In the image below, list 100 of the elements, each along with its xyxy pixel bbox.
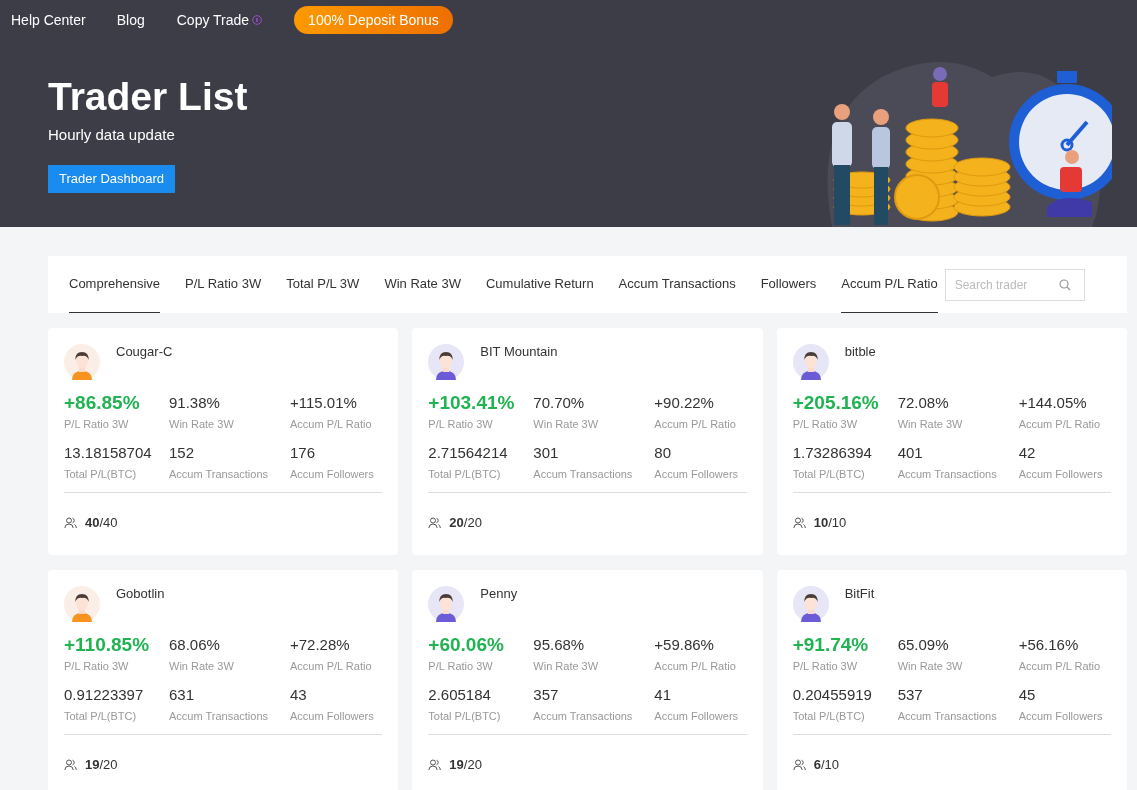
trader-card[interactable]: bitble +205.16% P/L Ratio 3W 72.08% Win Rate 3W +144.05% Accum P/L Ratio 1.73286394 Total P/L(BTC) 401 Accum Transactions 42 Accum Followers 10/10 <box>776 328 1127 555</box>
stat-label: Accum Transactions <box>533 708 634 724</box>
stat-value: 0.91223397 <box>64 684 145 705</box>
stat-label: Accum P/L Ratio <box>654 417 737 432</box>
stat-value: 301 <box>533 442 560 463</box>
stat-value: 42 <box>1018 442 1037 463</box>
stat-label: Total P/L(BTC) <box>64 466 138 482</box>
trader-name: Cougar-C <box>116 343 173 361</box>
sort-tab[interactable]: Followers <box>760 256 817 313</box>
stat-label: P/L Ratio 3W <box>792 659 859 674</box>
stat-label: Accum Followers <box>654 708 740 724</box>
follower-slots: 40/40 <box>85 513 118 533</box>
stat-value: 68.06% <box>169 635 221 655</box>
stat-label: Accum Transactions <box>169 708 270 724</box>
sort-tab[interactable]: Cumulative Return <box>485 256 594 313</box>
stat-value: +91.74% <box>792 634 870 656</box>
stat-value: 401 <box>897 442 924 463</box>
sort-tab[interactable]: P/L Ratio 3W <box>185 256 262 313</box>
stat-value: 152 <box>169 442 196 463</box>
follower-slots: 19/20 <box>449 755 482 775</box>
nav-link[interactable]: Copy Trade <box>176 9 250 31</box>
sort-tab[interactable]: Comprehensive <box>69 256 161 313</box>
search-field[interactable]: Search trader <box>944 268 1085 301</box>
sort-tab[interactable]: Total P/L 3W <box>286 256 360 313</box>
stat-value: 43 <box>290 684 308 705</box>
stat-value: 80 <box>654 442 672 463</box>
stat-value: +115.01% <box>290 393 358 413</box>
stat-value: +205.16% <box>792 392 880 414</box>
stat-value: 2.71564214 <box>428 442 509 463</box>
stat-label: Accum P/L Ratio <box>290 417 373 432</box>
follower-slots: 20/20 <box>449 513 482 533</box>
nav-link[interactable]: Blog <box>116 9 145 31</box>
users-icon <box>428 516 442 529</box>
stat-label: Accum Followers <box>654 466 740 482</box>
trader-name: BIT Mountain <box>480 343 558 361</box>
stat-label: Win Rate 3W <box>169 659 235 674</box>
stat-value: +72.28% <box>290 635 351 655</box>
nav-link[interactable]: Help Center <box>11 9 86 31</box>
stat-label: P/L Ratio 3W <box>792 417 859 432</box>
stat-label: Accum P/L Ratio <box>290 659 373 674</box>
stat-label: Win Rate 3W <box>897 659 964 674</box>
stat-label: Win Rate 3W <box>533 417 600 432</box>
stat-value: 65.09% <box>897 635 950 655</box>
stat-value: +86.85% <box>64 392 141 414</box>
trader-name: Gobotlin <box>116 585 165 603</box>
trader-card[interactable]: Penny +60.06% P/L Ratio 3W 95.68% Win Rate 3W +59.86% Accum P/L Ratio 2.605184 Total P/L(BTC) 357 Accum Transactions 41 Accum Followers 19/20 <box>412 570 763 790</box>
trader-card[interactable]: BIT Mountain +103.41% P/L Ratio 3W 70.70% Win Rate 3W +90.22% Accum P/L Ratio 2.71564214 Total P/L(BTC) 301 Accum Transactions 80 Accum Followers 20/20 <box>412 328 763 555</box>
stat-label: Accum Followers <box>290 708 375 724</box>
stat-value: 72.08% <box>897 393 950 413</box>
stat-value: 91.38% <box>169 393 221 413</box>
stat-label: Total P/L(BTC) <box>64 708 138 724</box>
stat-label: Win Rate 3W <box>897 417 964 432</box>
follower-slots: 19/20 <box>85 755 118 775</box>
stat-value: 41 <box>654 684 672 705</box>
stat-value: +90.22% <box>654 393 715 413</box>
stat-label: Accum Transactions <box>169 466 270 482</box>
stat-label: P/L Ratio 3W <box>64 417 130 432</box>
stat-label: Accum Transactions <box>897 466 998 482</box>
stat-label: Total P/L(BTC) <box>792 708 866 724</box>
trader-card[interactable]: Gobotlin +110.85% P/L Ratio 3W 68.06% Win Rate 3W +72.28% Accum P/L Ratio 0.91223397 Total P/L(BTC) 631 Accum Transactions 43 Accum Followers 19/20 <box>48 570 399 790</box>
stat-value: 1.73286394 <box>792 442 873 463</box>
stat-value: +103.41% <box>428 392 516 414</box>
stat-label: Accum Transactions <box>897 708 998 724</box>
users-icon <box>64 516 77 529</box>
trader-card[interactable]: Cougar-C +86.85% P/L Ratio 3W 91.38% Win Rate 3W +115.01% Accum P/L Ratio 13.18158704 Total P/L(BTC) 152 Accum Transactions 176 Accum Followers 40/40 <box>48 328 399 555</box>
stat-value: +144.05% <box>1018 393 1088 413</box>
trader-name: BitFit <box>844 585 875 603</box>
stat-value: 95.68% <box>533 635 586 655</box>
stat-label: Accum P/L Ratio <box>654 659 737 674</box>
sort-tab[interactable]: Accum P/L Ratio <box>841 256 938 313</box>
stat-label: Accum Followers <box>1018 708 1104 724</box>
stat-value: 357 <box>533 684 560 705</box>
stat-value: 0.20455919 <box>792 684 873 705</box>
stat-value: +56.16% <box>1018 635 1080 655</box>
trader-card[interactable]: BitFit +91.74% P/L Ratio 3W 65.09% Win Rate 3W +56.16% Accum P/L Ratio 0.20455919 Total P/L(BTC) 537 Accum Transactions 45 Accum Followers 6/10 <box>776 570 1127 790</box>
stat-label: Total P/L(BTC) <box>792 466 866 482</box>
search-icon <box>1058 278 1071 291</box>
trader-name: bitble <box>844 343 876 361</box>
info-icon <box>252 15 263 25</box>
stat-value: +60.06% <box>428 634 505 656</box>
stat-value: 176 <box>290 442 317 463</box>
stat-value: +110.85% <box>64 634 151 656</box>
follower-slots: 10/10 <box>813 513 847 533</box>
subtitle: Hourly data update <box>48 125 175 145</box>
sort-tab[interactable]: Win Rate 3W <box>384 256 461 313</box>
follower-slots: 6/10 <box>813 755 839 775</box>
stat-label: Total P/L(BTC) <box>428 708 502 724</box>
stat-value: 631 <box>169 684 196 705</box>
stat-value: 70.70% <box>533 393 586 413</box>
stat-label: Win Rate 3W <box>533 659 600 674</box>
stat-label: P/L Ratio 3W <box>428 417 494 432</box>
stat-label: Total P/L(BTC) <box>428 466 502 482</box>
users-icon <box>428 758 442 771</box>
users-icon <box>792 516 806 529</box>
page-title: Trader List <box>48 74 248 120</box>
stat-value: 45 <box>1018 684 1037 705</box>
stat-value: 2.605184 <box>428 684 492 705</box>
sort-tab[interactable]: Accum Transactions <box>618 256 736 313</box>
stat-label: Accum P/L Ratio <box>1018 417 1102 432</box>
stat-label: P/L Ratio 3W <box>428 659 494 674</box>
